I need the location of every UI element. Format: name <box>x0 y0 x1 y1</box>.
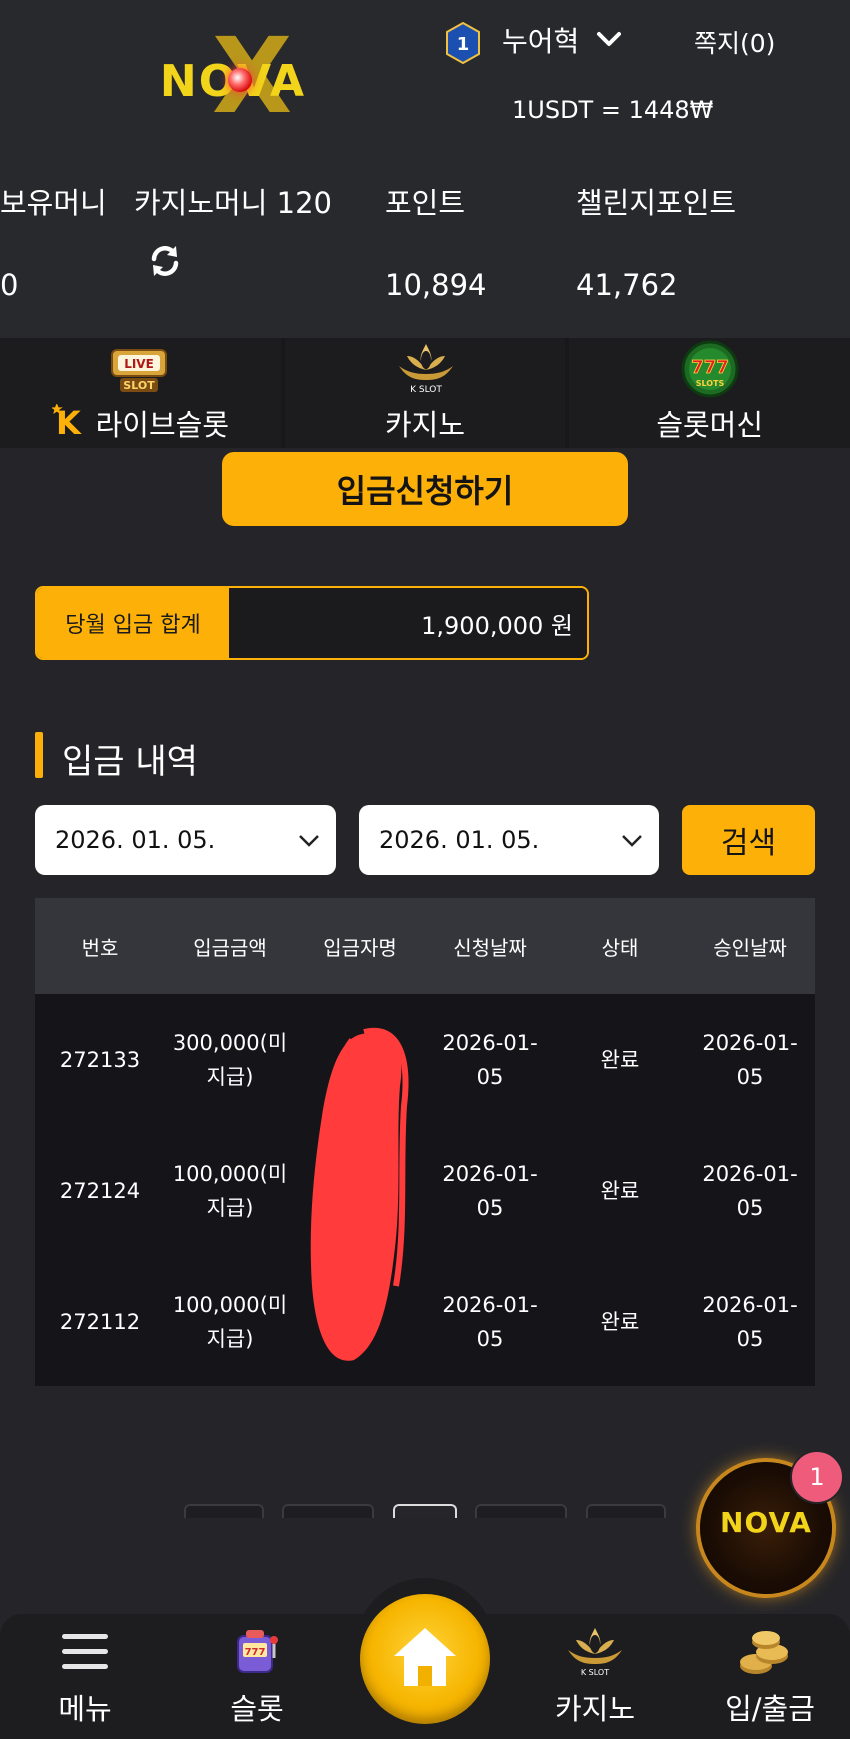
table-row[interactable]: 272133 300,000(미 지급) 2026-01- 05 완료 2026-0… <box>35 994 815 1125</box>
cell-approval-date: 2026-01- 05 <box>702 1030 798 1089</box>
live-slot-icon: LIVE SLOT <box>111 349 167 392</box>
nav-slot-label[interactable]: 슬롯 <box>212 1686 302 1728</box>
col-amount: 입금금액 <box>193 935 267 960</box>
messages-link[interactable]: 쪽지(0) <box>694 24 775 60</box>
col-number: 번호 <box>81 935 119 960</box>
date-to-value: 2026. 01. 05. <box>379 826 540 854</box>
chevron-down-icon <box>622 835 642 847</box>
cell-amount: 300,000(미 지급) <box>172 1030 288 1089</box>
search-button[interactable]: 검색 <box>682 805 815 875</box>
cell-status: 완료 <box>600 1309 640 1334</box>
svg-text:SLOT: SLOT <box>123 379 155 392</box>
svg-text:1: 1 <box>457 34 470 55</box>
cell-number: 272124 <box>59 1178 141 1203</box>
exchange-rate: 1USDT = 1448₩ <box>512 96 714 124</box>
monthly-deposit-total: 당월 입금 합계 1,900,000 원 <box>35 586 589 660</box>
deposit-history-title: 입금 내역 <box>62 742 198 782</box>
col-approval-date: 승인날짜 <box>713 935 787 960</box>
svg-text:K SLOT: K SLOT <box>581 1668 609 1677</box>
svg-text:K SLOT: K SLOT <box>410 385 442 395</box>
cell-amount: 100,000(미 지급) <box>172 1161 288 1220</box>
floating-logo-text: NOVA <box>720 1506 812 1539</box>
svg-text:SLOTS: SLOTS <box>696 379 725 388</box>
tab-slot-machine-label: 슬롯머신 <box>656 408 764 442</box>
notification-badge: 1 <box>790 1450 844 1504</box>
coins-icon[interactable] <box>736 1626 792 1678</box>
redaction-scribble <box>310 1027 409 1361</box>
svg-text:LIVE: LIVE <box>124 357 154 371</box>
cell-request-date: 2026-01- 05 <box>442 1030 538 1089</box>
nav-menu-label[interactable]: 메뉴 <box>40 1686 130 1728</box>
cell-request-date: 2026-01- 05 <box>442 1161 538 1220</box>
k-slot-icon[interactable]: K SLOT <box>564 1624 626 1678</box>
nav-deposit-label[interactable]: 입/출금 <box>712 1686 828 1728</box>
menu-icon[interactable] <box>60 1630 110 1674</box>
points-label: 포인트 <box>385 186 466 220</box>
date-from-value: 2026. 01. 05. <box>55 826 216 854</box>
casino-money-label: 카지노머니 120 <box>134 186 332 220</box>
date-from-select[interactable]: 2026. 01. 05. <box>35 805 336 875</box>
home-icon <box>394 1628 456 1686</box>
cell-approval-date: 2026-01- 05 <box>702 1161 798 1220</box>
tab-live-slot[interactable]: LIVE SLOT K 라이브슬롯 <box>0 338 281 448</box>
777-slots-icon: 777 SLOTS <box>681 340 739 398</box>
table-row[interactable]: 272112 100,000(미 지급) 2026-01- 05 완료 2026-0… <box>35 1256 815 1387</box>
tab-slot-machine[interactable]: 777 SLOTS 슬롯머신 <box>569 338 850 448</box>
k-slot-icon: K SLOT <box>398 344 453 395</box>
pagination-prev[interactable] <box>282 1504 374 1518</box>
chevron-down-icon <box>299 835 319 847</box>
table-header: 번호 입금금액 입금자명 신청날짜 상태 승인날짜 <box>35 898 815 994</box>
date-to-select[interactable]: 2026. 01. 05. <box>359 805 659 875</box>
held-money-value: 0 <box>0 268 19 302</box>
col-status: 상태 <box>601 935 639 960</box>
brand-logo[interactable]: X NOVA <box>146 24 320 128</box>
user-name[interactable]: 누어혁 <box>502 20 579 60</box>
held-money-label: 보유머니 <box>0 186 107 220</box>
cell-approval-date: 2026-01- 05 <box>702 1292 798 1351</box>
monthly-total-label: 당월 입금 합계 <box>37 588 229 658</box>
cell-number: 272133 <box>59 1047 141 1072</box>
tab-casino-label: 카지노 <box>384 408 466 442</box>
cell-request-date: 2026-01- 05 <box>442 1292 538 1351</box>
header: X NOVA 1 누어혁 쪽지(0) 1USDT = 1448₩ 보유머니 카지… <box>0 0 850 338</box>
cell-status: 완료 <box>600 1178 640 1203</box>
cell-status: 완료 <box>600 1047 640 1072</box>
cell-number: 272112 <box>59 1309 141 1334</box>
logo-orb-icon <box>228 68 252 92</box>
tab-live-slot-label: 라이브슬롯 <box>95 408 230 442</box>
points-value: 10,894 <box>385 268 487 302</box>
deposit-request-button[interactable]: 입금신청하기 <box>222 452 628 526</box>
cell-amount: 100,000(미 지급) <box>172 1292 288 1351</box>
nav-casino-label[interactable]: 카지노 <box>545 1686 645 1728</box>
game-tabs: LIVE SLOT K 라이브슬롯 K SLOT 카지노 777 SLOTS 슬… <box>0 338 850 448</box>
pagination-first[interactable] <box>184 1504 264 1518</box>
col-depositor: 입금자명 <box>323 935 397 960</box>
monthly-total-value: 1,900,000 원 <box>229 588 587 658</box>
slot-machine-icon[interactable]: 777 <box>232 1626 280 1676</box>
challenge-points-label: 챌린지포인트 <box>576 186 737 220</box>
svg-text:777: 777 <box>692 357 730 378</box>
level-badge-icon: 1 <box>446 22 480 64</box>
refresh-icon[interactable] <box>146 242 184 280</box>
deposit-history-table: 번호 입금금액 입금자명 신청날짜 상태 승인날짜 272133 300,000… <box>35 898 815 1386</box>
chevron-down-icon[interactable] <box>594 24 624 54</box>
table-row[interactable]: 272124 100,000(미 지급) 2026-01- 05 완료 2026-0… <box>35 1125 815 1256</box>
svg-text:777: 777 <box>245 1647 266 1658</box>
tab-casino[interactable]: K SLOT 카지노 <box>284 338 566 448</box>
section-accent-bar <box>35 732 43 778</box>
table-body: 272133 300,000(미 지급) 2026-01- 05 완료 2026-0… <box>35 994 815 1386</box>
col-request-date: 신청날짜 <box>453 935 527 960</box>
pagination-last[interactable] <box>586 1504 666 1518</box>
pagination-next[interactable] <box>475 1504 567 1518</box>
pagination-current[interactable] <box>393 1504 457 1518</box>
challenge-points-value: 41,762 <box>576 268 678 302</box>
home-button[interactable] <box>360 1594 490 1724</box>
